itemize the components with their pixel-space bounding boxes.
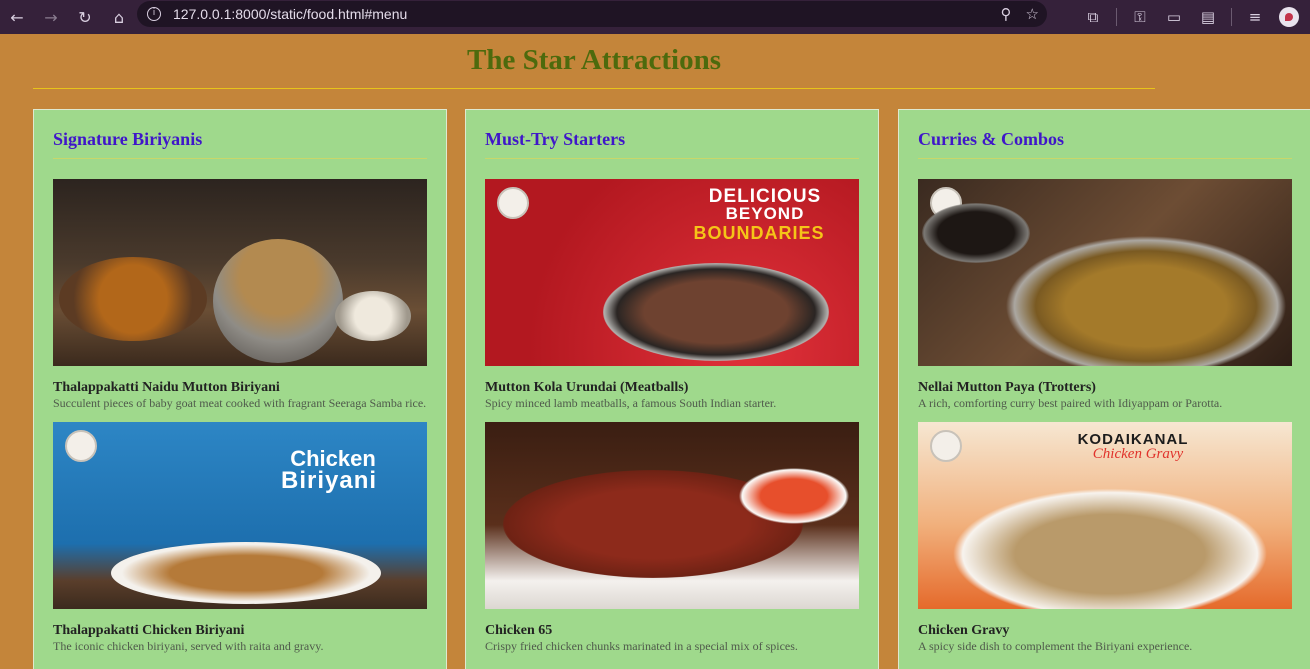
- dish-description: A rich, comforting curry best paired wit…: [918, 396, 1223, 410]
- back-icon[interactable]: ←: [0, 0, 34, 34]
- zoom-icon[interactable]: ⚲: [1001, 5, 1012, 23]
- card-icon[interactable]: ▭: [1159, 2, 1189, 32]
- title-divider: [33, 88, 1155, 89]
- menu-item: Thalappakatti Naidu Mutton Biriyani Succ…: [53, 179, 427, 410]
- image-caption: Chicken Gravy: [1092, 446, 1184, 462]
- dish-image: [485, 422, 859, 609]
- media-icon[interactable]: ≡: [1240, 2, 1270, 32]
- dish-name: Thalappakatti Chicken Biriyani: [53, 623, 245, 638]
- card-divider: [485, 158, 859, 159]
- site-info-icon[interactable]: i: [147, 7, 161, 21]
- card-heading: Must-Try Starters: [485, 129, 626, 149]
- card-heading: Curries & Combos: [918, 129, 1064, 149]
- dish-description: A spicy side dish to complement the Biri…: [918, 639, 1193, 653]
- toolbar-divider: [1116, 8, 1117, 26]
- toolbar-divider: [1231, 8, 1232, 26]
- avatar: [1279, 7, 1299, 27]
- reader-icon[interactable]: ▤: [1193, 2, 1223, 32]
- dish-description: Spicy minced lamb meatballs, a famous So…: [485, 396, 777, 410]
- menu-item: Chicken Biriyani Thalappakatti Chicken B…: [53, 422, 427, 653]
- image-caption: BOUNDARIES: [693, 223, 825, 243]
- card-curries-combos: Curries & Combos Nellai Mutton Paya (Tro…: [898, 109, 1310, 669]
- dish-image: Chicken Biriyani: [53, 422, 427, 609]
- reload-icon[interactable]: ↻: [68, 0, 102, 34]
- dish-image: DELICIOUS BEYOND BOUNDARIES: [485, 179, 859, 366]
- address-bar[interactable]: i 127.0.0.1:8000/static/food.html#menu ⚲…: [137, 1, 1047, 27]
- image-caption: BEYOND: [725, 204, 805, 223]
- key-icon[interactable]: ⚿: [1125, 2, 1155, 32]
- address-url[interactable]: 127.0.0.1:8000/static/food.html#menu: [173, 6, 407, 22]
- dish-description: Crispy fried chicken chunks marinated in…: [485, 639, 798, 653]
- menu-item: DELICIOUS BEYOND BOUNDARIES Mutton Kola …: [485, 179, 859, 410]
- card-signature-biriyanis: Signature Biriyanis Thalappakatti Naidu …: [33, 109, 447, 669]
- menu-item: Nellai Mutton Paya (Trotters) A rich, co…: [918, 179, 1292, 410]
- menu-item: Chicken 65 Crispy fried chicken chunks m…: [485, 422, 859, 653]
- restaurant-logo: [930, 430, 962, 462]
- dish-description: The iconic chicken biriyani, served with…: [53, 639, 324, 653]
- profile-avatar[interactable]: [1274, 2, 1304, 32]
- dish-description: Succulent pieces of baby goat meat cooke…: [53, 396, 427, 410]
- page-title: The Star Attractions: [466, 44, 721, 76]
- card-heading: Signature Biriyanis: [53, 129, 203, 149]
- dish-image: KODAIKANAL Chicken Gravy: [918, 422, 1292, 609]
- dish-name: Chicken 65: [485, 623, 553, 638]
- dish-name: Mutton Kola Urundai (Meatballs): [485, 380, 689, 395]
- dish-name: Thalappakatti Naidu Mutton Biriyani: [53, 380, 280, 395]
- home-icon[interactable]: ⌂: [102, 0, 136, 34]
- restaurant-logo: [65, 430, 97, 462]
- restaurant-logo: [497, 187, 529, 219]
- dish-image: [53, 179, 427, 366]
- bookmark-star-icon[interactable]: ☆: [1026, 5, 1039, 23]
- browser-toolbar: ← → ↻ ⌂ i 127.0.0.1:8000/static/food.htm…: [0, 0, 1310, 34]
- dish-image: [918, 179, 1292, 366]
- forward-icon[interactable]: →: [34, 0, 68, 34]
- dish-name: Nellai Mutton Paya (Trotters): [918, 380, 1096, 395]
- card-divider: [53, 158, 427, 159]
- extensions-icon[interactable]: ⧉: [1078, 2, 1108, 32]
- card-divider: [918, 158, 1292, 159]
- image-caption: Biriyani: [280, 467, 378, 494]
- menu-item: KODAIKANAL Chicken Gravy Chicken Gravy A…: [918, 422, 1292, 653]
- dish-name: Chicken Gravy: [918, 623, 1010, 638]
- card-must-try-starters: Must-Try Starters DELICIOUS BEYOND BOUND…: [465, 109, 879, 669]
